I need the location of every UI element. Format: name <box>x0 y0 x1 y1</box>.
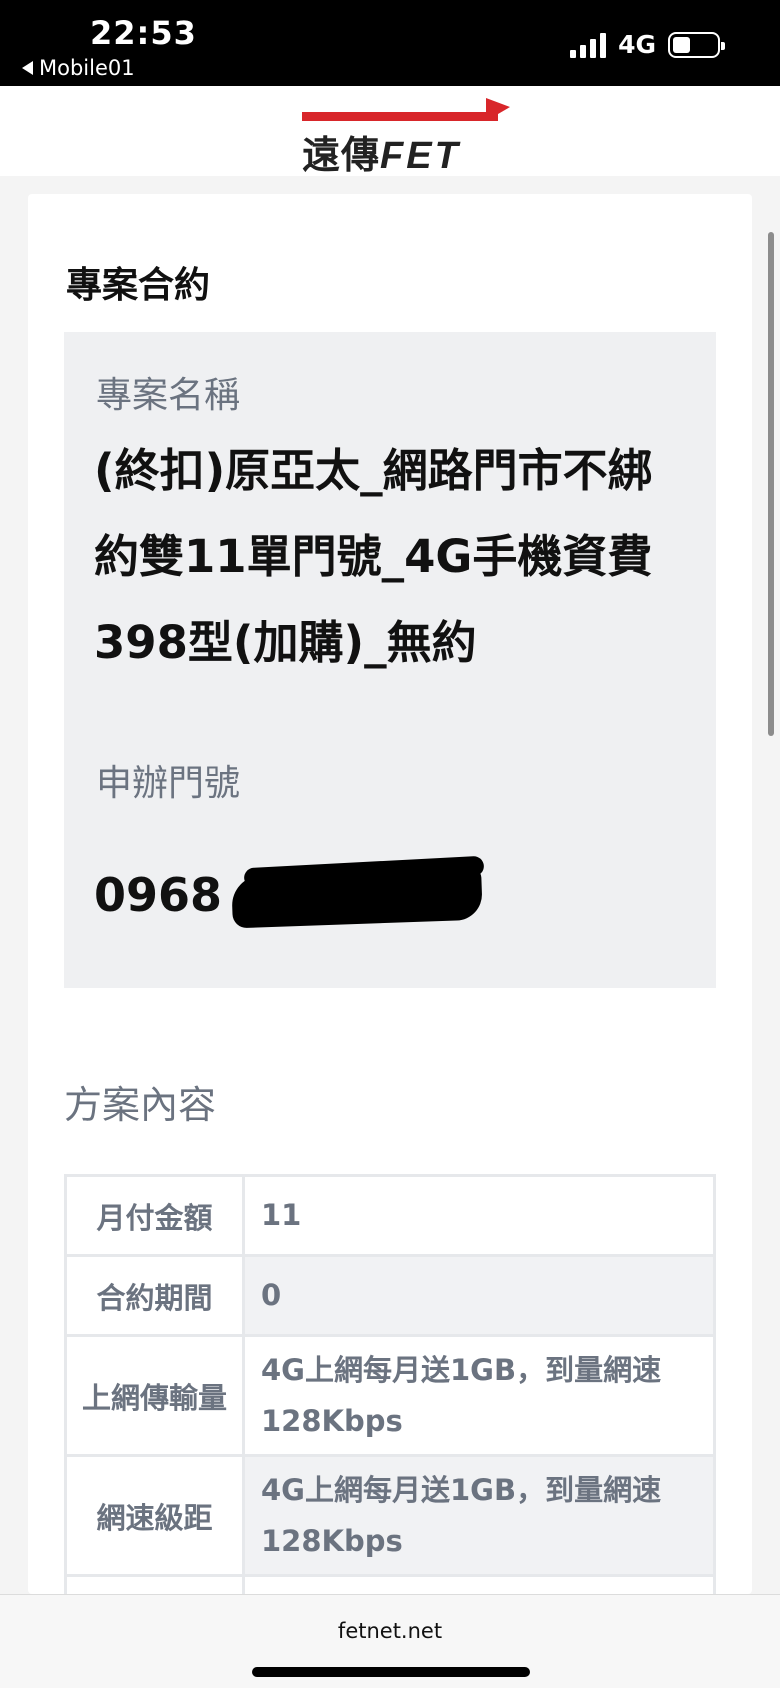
back-arrow-icon <box>22 61 33 75</box>
plan-content-title: 方案內容 <box>64 1083 217 1127</box>
logo-latin: FET <box>380 135 461 177</box>
status-bar: 22:53 Mobile01 4G <box>0 0 780 86</box>
number-label: 申辦門號 <box>96 763 241 804</box>
browser-bottom-bar: fetnet.net <box>0 1594 780 1688</box>
section-title: 專案合約 <box>66 265 211 306</box>
row-value: 11 <box>242 1174 716 1257</box>
table-row: 網速級距 4G上網每月送1GB，到量網速128Kbps <box>64 1454 716 1577</box>
row-key: 上網傳輸量 <box>64 1334 245 1457</box>
row-value: 0 <box>242 1254 716 1337</box>
row-key: 網速級距 <box>64 1454 245 1577</box>
status-indicators: 4G <box>570 30 725 59</box>
table-row: 月付金額 11 <box>64 1174 716 1257</box>
network-type: 4G <box>618 30 656 59</box>
page-scrollbar[interactable] <box>768 232 774 736</box>
back-app-label: Mobile01 <box>39 56 135 80</box>
row-key: 合約期間 <box>64 1254 245 1337</box>
status-time: 22:53 <box>90 14 197 52</box>
logo-text: 遠傳FET <box>302 124 461 179</box>
logo-arrow-bar <box>302 112 498 121</box>
row-key: 月付金額 <box>64 1174 245 1257</box>
table-row: 上網傳輸量 4G上網每月送1GB，到量網速128Kbps <box>64 1334 716 1457</box>
logo-chinese: 遠傳 <box>302 132 381 177</box>
row-value: 4G上網每月送1GB，到量網速128Kbps <box>242 1334 716 1457</box>
fet-logo[interactable]: 遠傳FET <box>300 96 514 177</box>
site-header: 遠傳FET <box>0 86 780 177</box>
phone-number: 0968 <box>94 868 223 922</box>
logo-arrow-icon <box>486 98 510 121</box>
contract-card: 專案合約 專案名稱 (終扣)原亞太_網路門市不綁約雙11單門號_4G手機資費39… <box>28 194 752 1688</box>
signal-strength-icon <box>570 32 607 58</box>
plan-name: (終扣)原亞太_網路門市不綁約雙11單門號_4G手機資費398型(加購)_無約 <box>94 444 653 669</box>
home-indicator[interactable] <box>252 1667 530 1677</box>
back-to-app-link[interactable]: Mobile01 <box>22 56 135 80</box>
table-row: 合約期間 0 <box>64 1254 716 1337</box>
contract-info-box: 專案名稱 (終扣)原亞太_網路門市不綁約雙11單門號_4G手機資費398型(加購… <box>64 332 716 988</box>
battery-icon <box>668 31 725 58</box>
plan-name-label: 專案名稱 <box>96 375 241 416</box>
address-bar-url[interactable]: fetnet.net <box>0 1619 780 1643</box>
row-value: 4G上網每月送1GB，到量網速128Kbps <box>242 1454 716 1577</box>
